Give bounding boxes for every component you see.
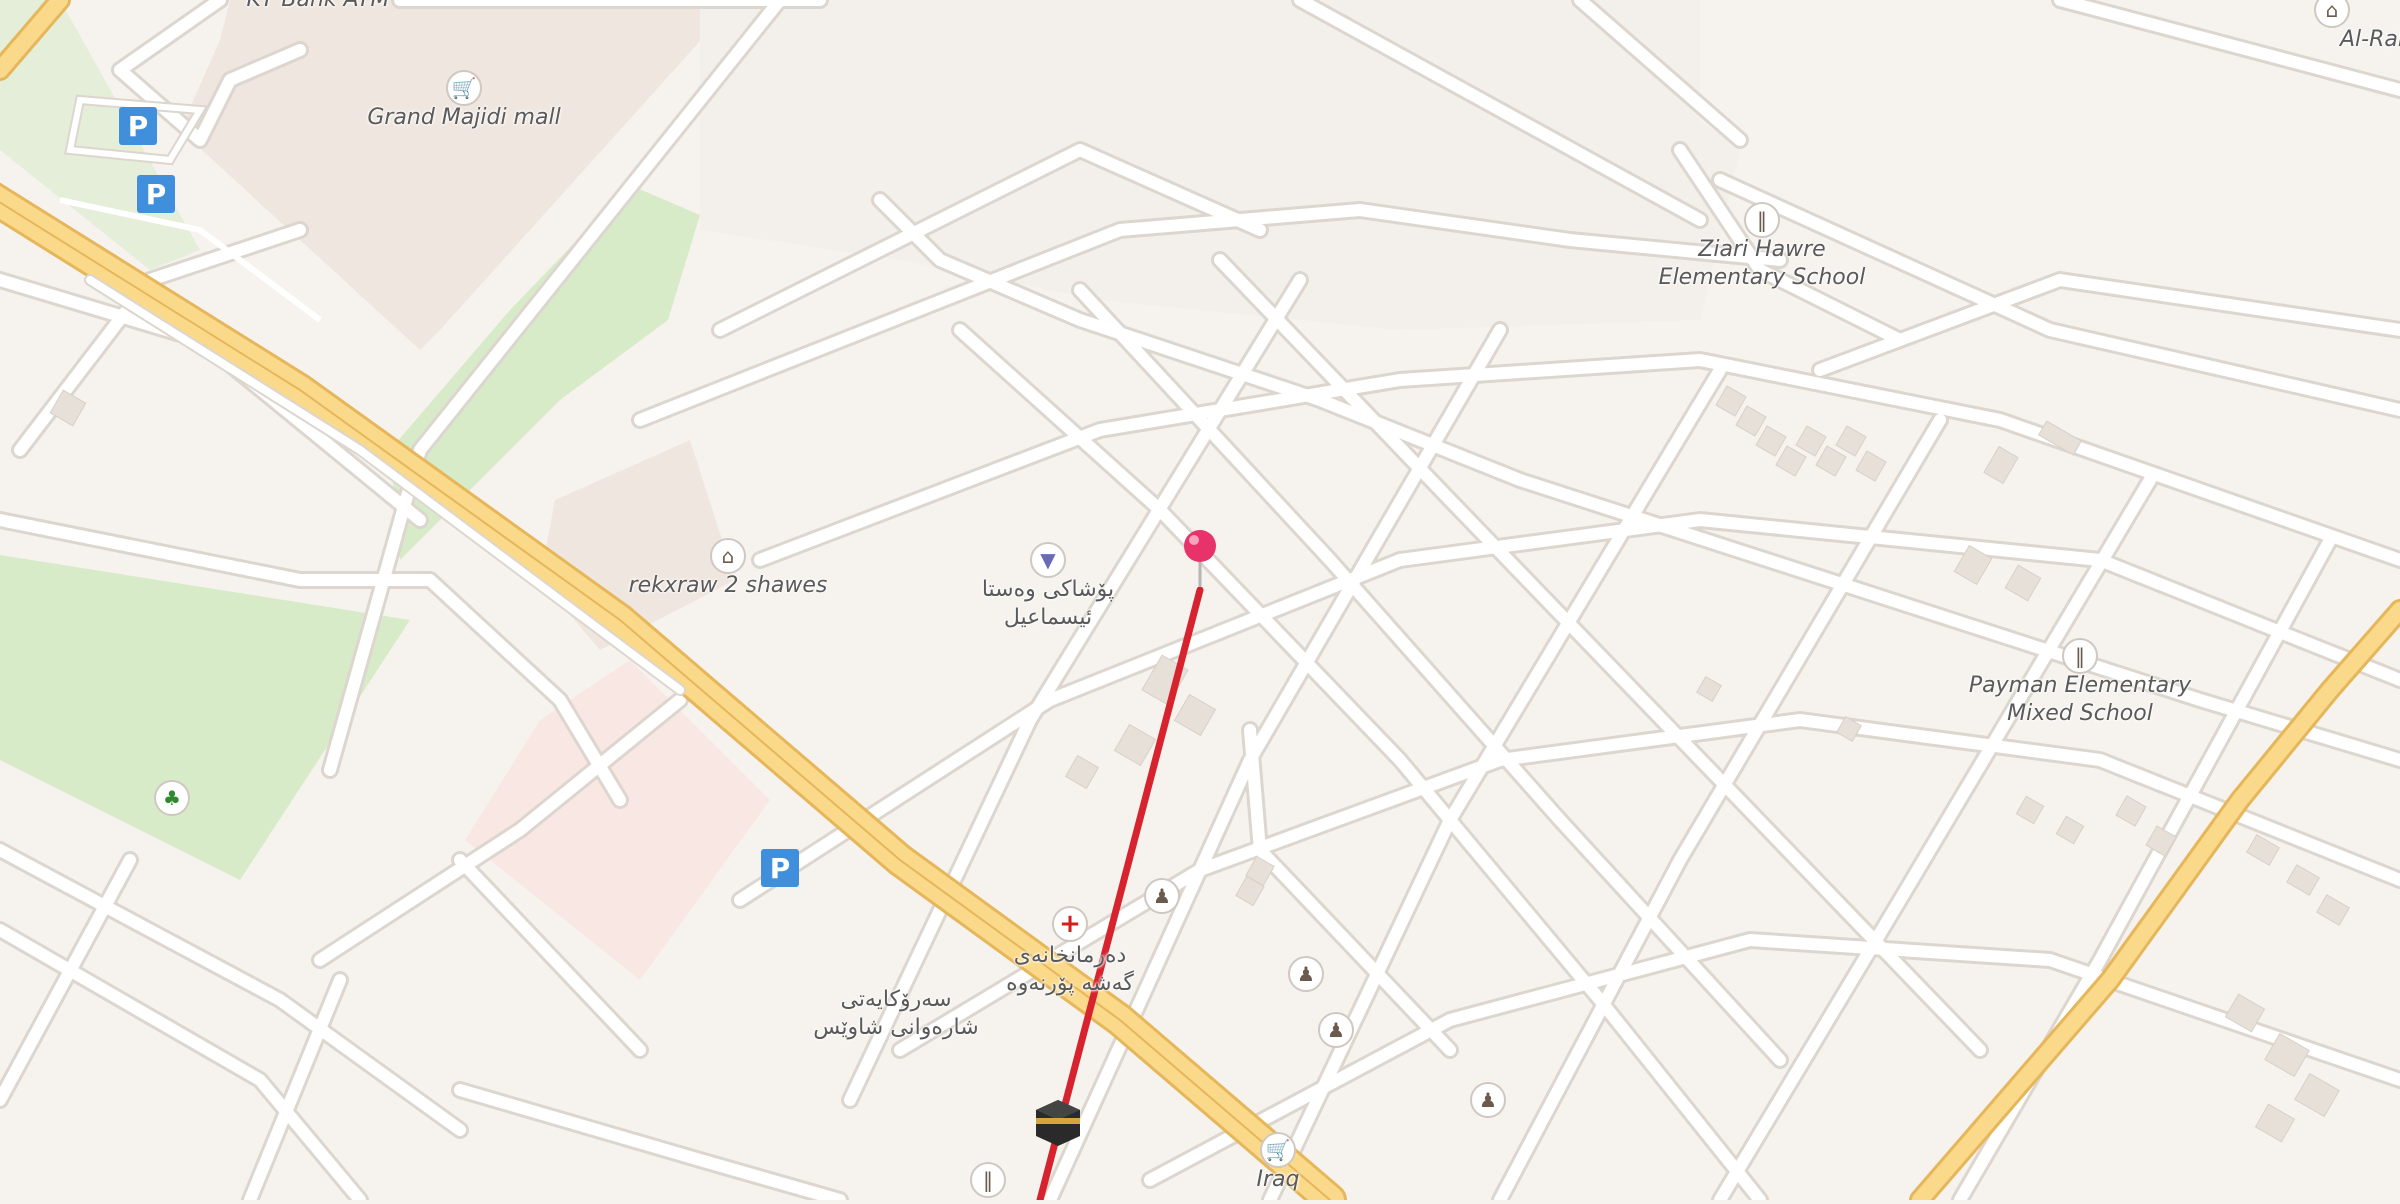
monument-icon[interactable]: ♟ xyxy=(1288,956,1324,992)
label-payman-line1: Payman Elementary xyxy=(1968,673,2192,698)
monument-icon[interactable]: ♟ xyxy=(1144,878,1180,914)
kaaba-icon[interactable] xyxy=(1032,1096,1084,1148)
monument-icon[interactable]: ♟ xyxy=(1318,1012,1354,1048)
map-canvas[interactable]: P P P 🛒 ⌂ ‖ ⌂ ▼ ‖ ♣ + ♟ ♟ ♟ ♟ 🛒 ‖ KT Ban… xyxy=(0,0,2400,1204)
shopping-basket-icon[interactable]: 🛒 xyxy=(446,70,482,106)
label-kt-bank-atm: KT Bank ATM xyxy=(247,0,390,14)
label-pharmacy: دەرمانخانەی گەشە پۆرنەوە xyxy=(1006,942,1134,998)
tree-icon[interactable]: ♣ xyxy=(154,780,190,816)
label-pharmacy-line2: گەشە پۆرنەوە xyxy=(1006,971,1134,996)
school-icon[interactable]: ‖ xyxy=(2062,638,2098,674)
label-clothing-line2: ئیسماعیل xyxy=(1003,605,1093,630)
label-clothing-shop: پۆشاکی وەستا ئیسماعیل xyxy=(982,576,1114,632)
label-payman-school: Payman Elementary Mixed School xyxy=(1969,672,2191,728)
label-payman-line2: Mixed School xyxy=(2007,701,2153,726)
map-pin-icon[interactable] xyxy=(1180,528,1220,588)
label-municipality-line1: سەرۆکایەتی xyxy=(840,987,952,1012)
parking-sign[interactable]: P xyxy=(137,175,175,213)
label-municipality: سەرۆکایەتی شارەوانی شاوێس xyxy=(813,986,978,1042)
label-ziari-hawre-school: Ziari Hawre Elementary School xyxy=(1659,236,1866,292)
label-al-rahma-mosque: Al-Rahma Mosq xyxy=(2340,27,2400,52)
monument-icon[interactable]: ♟ xyxy=(1470,1082,1506,1118)
label-ziari-hawre-line1: Ziari Hawre xyxy=(1698,237,1826,262)
clothes-shop-icon[interactable]: ▼ xyxy=(1030,542,1066,578)
label-grand-majidi-mall: Grand Majidi mall xyxy=(367,105,561,130)
label-pharmacy-line1: دەرمانخانەی xyxy=(1013,943,1127,968)
parking-sign[interactable]: P xyxy=(119,107,157,145)
label-iraq: Iraq xyxy=(1256,1167,1300,1192)
museum-icon[interactable]: ⌂ xyxy=(710,538,746,574)
shopping-basket-icon[interactable]: 🛒 xyxy=(1260,1132,1296,1168)
map-svg xyxy=(0,0,2400,1204)
label-rekxraw: rekxraw 2 shawes xyxy=(628,573,828,598)
school-icon[interactable]: ‖ xyxy=(1744,202,1780,238)
label-clothing-line1: پۆشاکی وەستا xyxy=(981,577,1115,602)
parking-sign[interactable]: P xyxy=(761,849,799,887)
label-municipality-line2: شارەوانی شاوێس xyxy=(813,1015,979,1040)
label-ziari-hawre-line2: Elementary School xyxy=(1658,265,1866,290)
school-icon[interactable]: ‖ xyxy=(970,1162,1006,1198)
cross-icon[interactable]: + xyxy=(1052,906,1088,942)
